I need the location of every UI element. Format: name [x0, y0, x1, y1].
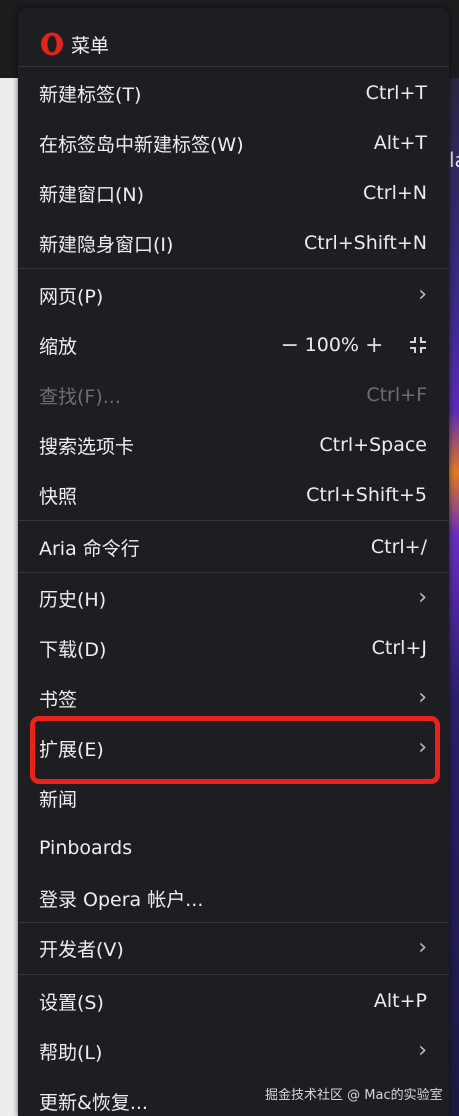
menu-item-label: 开发者(V) [39, 938, 124, 961]
menu-item-label: 快照 [39, 485, 78, 508]
shortcut-label: Ctrl+Shift+N [303, 232, 427, 254]
menu-item-new-tab[interactable]: 新建标签(T) Ctrl+T [18, 70, 449, 116]
menu-item-history[interactable]: 历史(H) › [18, 575, 449, 621]
separator [18, 520, 449, 521]
opera-logo-icon [41, 32, 63, 56]
menu-item-news[interactable]: 新闻 [18, 775, 449, 821]
menu-item-label: 设置(S) [39, 991, 104, 1014]
menu-item-label: 扩展(E) [39, 738, 104, 761]
fullscreen-icon[interactable] [409, 336, 427, 354]
menu-item-search-tabs[interactable]: 搜索选项卡 Ctrl+Space [18, 422, 449, 468]
chevron-right-icon: › [418, 282, 427, 307]
chevron-right-icon: › [418, 735, 427, 760]
zoom-controls: − 100% + [281, 333, 427, 358]
zoom-value: 100% [304, 334, 359, 356]
menu-header: 菜单 [18, 26, 109, 62]
shortcut-label: Ctrl+Space [319, 434, 427, 456]
menu-item-find: 查找(F)... Ctrl+F [18, 372, 449, 418]
menu-item-snapshot[interactable]: 快照 Ctrl+Shift+5 [18, 472, 449, 518]
menu-item-label: 网页(P) [39, 285, 104, 308]
menu-item-settings[interactable]: 设置(S) Alt+P [18, 978, 449, 1024]
menu-item-pinboards[interactable]: Pinboards [18, 825, 449, 871]
menu-item-label: 书签 [39, 688, 78, 711]
zoom-out-button[interactable]: − [281, 333, 299, 358]
separator [18, 922, 449, 923]
chevron-right-icon: › [418, 585, 427, 610]
separator [18, 268, 449, 269]
menu-item-label: 新建窗口(N) [39, 183, 145, 206]
menu-item-label: Aria 命令行 [39, 537, 140, 560]
menu-item-developer[interactable]: 开发者(V) › [18, 925, 449, 971]
shortcut-label: Alt+T [373, 132, 427, 154]
menu-item-label: 查找(F)... [39, 385, 121, 408]
menu-item-sign-in[interactable]: 登录 Opera 帐户... [18, 875, 449, 921]
menu-item-label: 在标签岛中新建标签(W) [39, 133, 244, 156]
separator [18, 66, 449, 67]
menu-item-label: 缩放 [39, 335, 78, 358]
watermark: 掘金技术社区 @ Mac的实验室 [265, 1088, 443, 1103]
shortcut-label: Ctrl+T [365, 82, 427, 104]
menu-item-label: 历史(H) [39, 588, 107, 611]
page-background-right [449, 78, 459, 1116]
menu-title: 菜单 [71, 34, 110, 57]
menu-item-new-window[interactable]: 新建窗口(N) Ctrl+N [18, 170, 449, 216]
chevron-right-icon: › [418, 685, 427, 710]
menu-item-bookmarks[interactable]: 书签 › [18, 675, 449, 721]
shortcut-label: Ctrl+N [363, 182, 427, 204]
separator [18, 974, 449, 975]
menu-item-label: Pinboards [39, 837, 133, 859]
menu-item-help[interactable]: 帮助(L) › [18, 1028, 449, 1074]
menu-item-label: 搜索选项卡 [39, 435, 135, 458]
menu-item-downloads[interactable]: 下载(D) Ctrl+J [18, 625, 449, 671]
menu-item-label: 下载(D) [39, 638, 107, 661]
separator [18, 572, 449, 573]
shortcut-label: Alt+P [373, 990, 427, 1012]
menu-item-page[interactable]: 网页(P) › [18, 272, 449, 318]
menu-item-label: 更新&恢复... [39, 1091, 148, 1114]
shortcut-label: Ctrl+J [371, 637, 427, 659]
menu-item-label: 新建隐身窗口(I) [39, 233, 174, 256]
menu-item-label: 帮助(L) [39, 1041, 103, 1064]
shortcut-label: Ctrl+Shift+5 [306, 484, 427, 506]
opera-main-menu: 菜单 新建标签(T) Ctrl+T 在标签岛中新建标签(W) Alt+T 新建窗… [18, 8, 449, 1116]
menu-item-zoom: 缩放 − 100% + [18, 322, 449, 368]
chevron-right-icon: › [418, 1038, 427, 1063]
chevron-right-icon: › [418, 935, 427, 960]
menu-item-label: 登录 Opera 帐户... [39, 888, 204, 911]
menu-item-new-private-window[interactable]: 新建隐身窗口(I) Ctrl+Shift+N [18, 220, 449, 266]
background-text: la [449, 148, 459, 172]
page-background-left [0, 78, 18, 1116]
menu-item-aria-command-line[interactable]: Aria 命令行 Ctrl+/ [18, 524, 449, 570]
menu-item-extensions[interactable]: 扩展(E) › [18, 725, 449, 771]
shortcut-label: Ctrl+F [366, 384, 427, 406]
menu-item-label: 新闻 [39, 788, 78, 811]
menu-item-label: 新建标签(T) [39, 83, 142, 106]
shortcut-label: Ctrl+/ [370, 536, 427, 558]
zoom-in-button[interactable]: + [365, 333, 383, 358]
menu-item-new-tab-in-island[interactable]: 在标签岛中新建标签(W) Alt+T [18, 120, 449, 166]
